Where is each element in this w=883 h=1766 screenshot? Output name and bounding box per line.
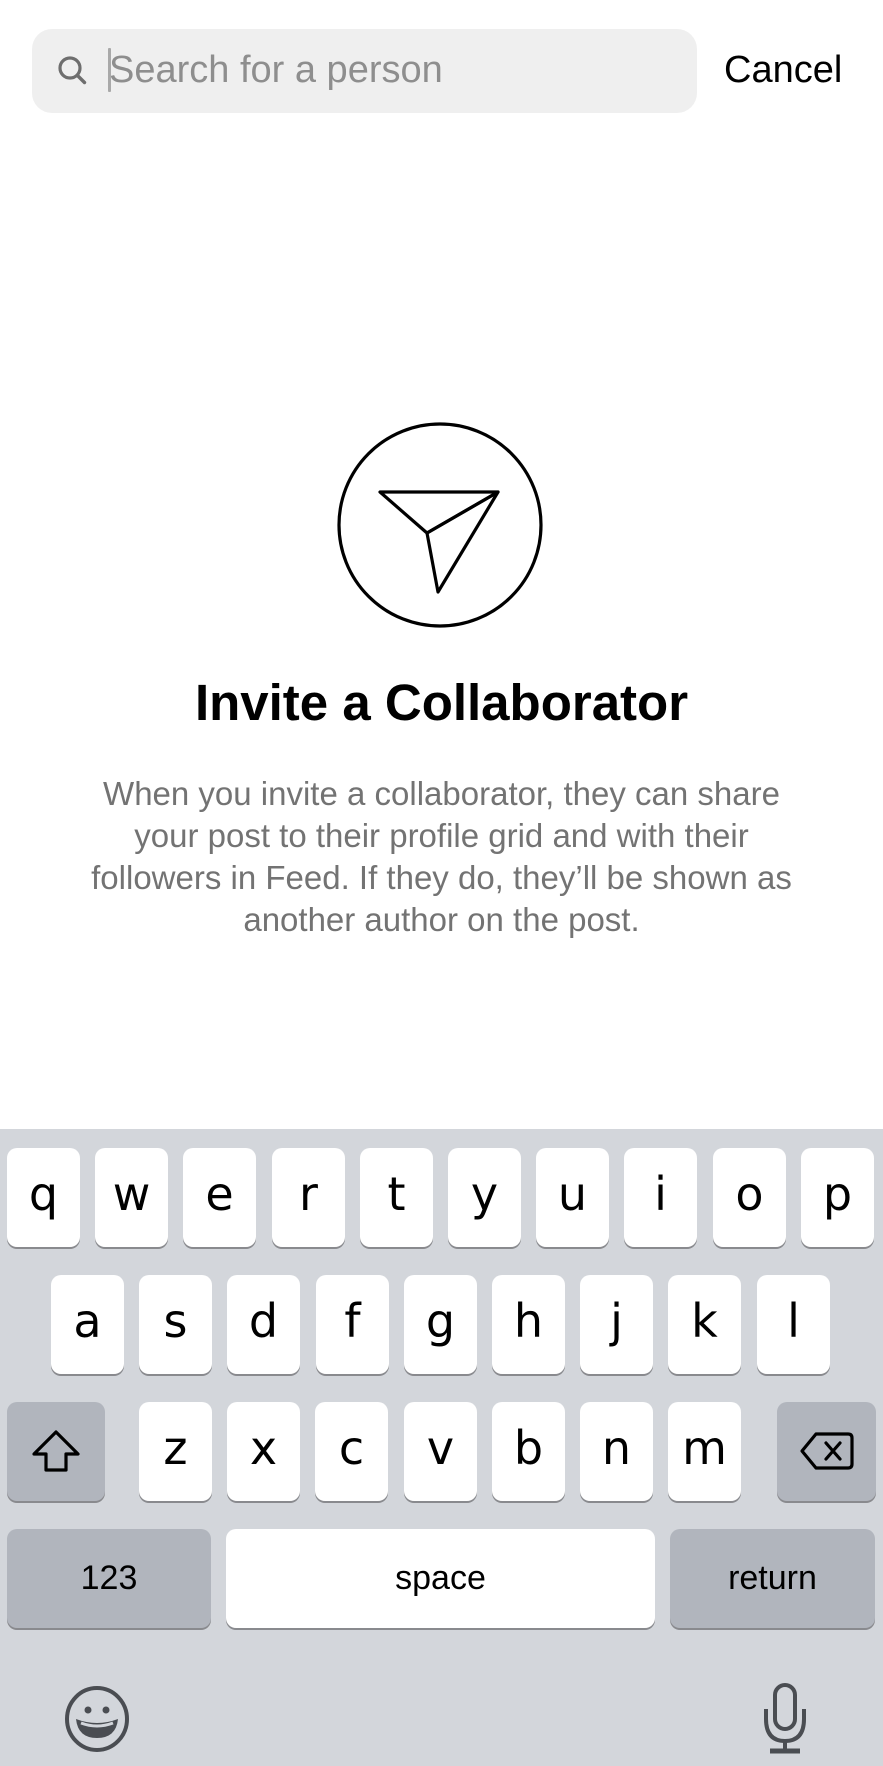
key-t[interactable]: t (360, 1148, 433, 1247)
key-l[interactable]: l (757, 1275, 830, 1374)
key-z[interactable]: z (139, 1402, 212, 1501)
key-s[interactable]: s (139, 1275, 212, 1374)
key-e[interactable]: e (183, 1148, 256, 1247)
key-u[interactable]: u (536, 1148, 609, 1247)
key-o[interactable]: o (713, 1148, 786, 1247)
key-f[interactable]: f (316, 1275, 389, 1374)
key-y[interactable]: y (448, 1148, 521, 1247)
emoji-smiley-icon[interactable] (62, 1684, 132, 1754)
cancel-button[interactable]: Cancel (724, 44, 842, 96)
key-d[interactable]: d (227, 1275, 300, 1374)
key-n[interactable]: n (580, 1402, 653, 1501)
key-j[interactable]: j (580, 1275, 653, 1374)
delete-key[interactable] (777, 1402, 876, 1501)
return-key[interactable]: return (670, 1529, 875, 1628)
shift-key[interactable] (7, 1402, 105, 1501)
key-i[interactable]: i (624, 1148, 697, 1247)
key-a[interactable]: a (51, 1275, 124, 1374)
key-x[interactable]: x (227, 1402, 300, 1501)
key-q[interactable]: q (7, 1148, 80, 1247)
space-key[interactable]: space (226, 1529, 655, 1628)
search-input[interactable] (109, 40, 679, 100)
key-b[interactable]: b (492, 1402, 565, 1501)
text-cursor (108, 48, 111, 92)
search-icon (58, 56, 87, 85)
key-k[interactable]: k (668, 1275, 741, 1374)
on-screen-keyboard: qwertyuiop asdfghjkl zxcvbnm 123 space r… (0, 1129, 883, 1766)
key-h[interactable]: h (492, 1275, 565, 1374)
key-c[interactable]: c (315, 1402, 388, 1501)
key-m[interactable]: m (668, 1402, 741, 1501)
key-p[interactable]: p (801, 1148, 874, 1247)
key-w[interactable]: w (95, 1148, 168, 1247)
key-g[interactable]: g (404, 1275, 477, 1374)
paper-plane-in-circle-icon (337, 422, 543, 628)
numbers-key[interactable]: 123 (7, 1529, 211, 1628)
empty-state-description: When you invite a collaborator, they can… (91, 775, 792, 938)
key-v[interactable]: v (404, 1402, 477, 1501)
empty-state-title: Invite a Collaborator (194, 674, 689, 731)
backspace-icon (799, 1431, 854, 1470)
shift-arrow-icon (32, 1429, 80, 1472)
key-r[interactable]: r (272, 1148, 345, 1247)
microphone-icon[interactable] (760, 1681, 810, 1757)
